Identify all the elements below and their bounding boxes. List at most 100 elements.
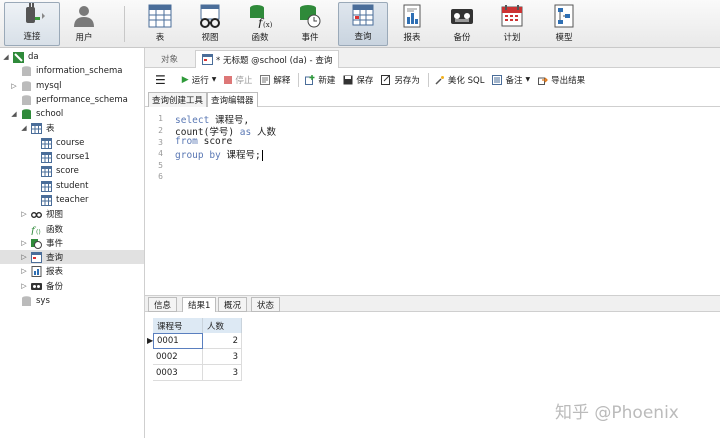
tree-node-label: course1 (56, 152, 90, 162)
expand-arrow-icon[interactable]: ▷ (10, 82, 18, 90)
expand-arrow-icon[interactable]: ▷ (20, 282, 28, 290)
sql-keyword: as (239, 127, 252, 138)
report-button[interactable]: 报表 (394, 2, 430, 46)
tab-label: 查询创建工具 (152, 96, 204, 106)
tree-node-events[interactable]: ▷ 事件 (20, 236, 63, 250)
editor-subtabs: 查询创建工具 查询编辑器 (145, 91, 720, 107)
explain-button[interactable]: 解释 (260, 74, 290, 86)
tree-node-label: 视图 (46, 210, 64, 220)
tree-node-functions[interactable]: f() 函数 (20, 222, 64, 237)
table-cell[interactable]: 3 (203, 365, 242, 381)
tree-node-table[interactable]: student (38, 179, 89, 193)
tab-query[interactable]: * 无标题 @school (da) - 查询 (195, 50, 340, 68)
tree-node-table[interactable]: course (38, 136, 84, 150)
tree-node-queries[interactable]: ▷ 查询 (0, 250, 144, 264)
expand-arrow-icon[interactable]: ◢ (2, 53, 10, 61)
tab-query-editor[interactable]: 查询编辑器 (207, 92, 258, 107)
user-button[interactable]: 用户 (66, 2, 102, 46)
tree-node-table[interactable]: teacher (38, 193, 89, 207)
toolbar-divider (124, 6, 125, 42)
sql-text: 课程号; (220, 150, 261, 161)
tree-node-label: 报表 (46, 267, 64, 277)
function-button[interactable]: f (x) 函数 (242, 2, 278, 46)
tree-node-backups[interactable]: ▷ 备份 (20, 279, 63, 293)
svg-text:(): () (36, 229, 41, 235)
menu-icon[interactable]: ☰ (155, 73, 166, 87)
tab-result1[interactable]: 结果1 (182, 297, 217, 312)
tree-node-label: da (28, 52, 39, 62)
connect-button[interactable]: 连接 (4, 2, 60, 46)
table-cell[interactable]: 0001 (153, 333, 203, 349)
tree-node-database[interactable]: sys (10, 294, 50, 308)
save-button[interactable]: 保存 (343, 74, 373, 86)
view-button[interactable]: 视图 (192, 2, 228, 46)
tree-node-table[interactable]: course1 (38, 150, 90, 164)
tab-overview[interactable]: 概况 (218, 297, 248, 312)
table-icon (41, 137, 52, 149)
chevron-down-icon[interactable]: ▼ (525, 76, 530, 83)
run-button[interactable]: ▶ 运行 ▼ (182, 74, 217, 86)
toolbar-label: 模型 (555, 33, 573, 43)
line-number: 4 (158, 149, 163, 158)
toolbar-divider (427, 72, 429, 87)
tree-node-reports[interactable]: ▷ 报表 (20, 264, 63, 278)
main-panel: 对象 * 无标题 @school (da) - 查询 ☰ ▶ 运行 ▼ 停止 解… (145, 48, 720, 438)
table-cell[interactable]: 0003 (153, 365, 203, 381)
tree-node-database[interactable]: performance_schema (10, 93, 128, 107)
database-icon (21, 94, 32, 106)
stop-button[interactable]: 停止 (224, 74, 252, 86)
tree-node-label: 函数 (46, 225, 64, 235)
tree-node-views[interactable]: ▷ 视图 (20, 207, 63, 221)
tree-node-table[interactable]: score (38, 164, 79, 178)
tree-node-tables[interactable]: ◢ 表 (20, 121, 55, 135)
backup-button[interactable]: 备份 (444, 2, 480, 46)
beautify-sql-button[interactable]: 美化 SQL (435, 74, 485, 86)
tree-node-database[interactable]: information_schema (10, 64, 123, 78)
sql-editor[interactable]: 1 2 3 4 5 6 select 课程号, count(学号) as 人数 … (145, 108, 720, 294)
tree-node-label: mysql (36, 81, 62, 91)
expand-arrow-icon[interactable]: ▷ (20, 239, 28, 247)
tree-node-connection[interactable]: ◢ da (2, 50, 39, 64)
table-cell[interactable]: 3 (203, 349, 242, 365)
comment-button[interactable]: 备注 ▼ (492, 74, 530, 86)
query-button[interactable]: 查询 (338, 2, 388, 46)
tab-info[interactable]: 信息 (148, 297, 178, 312)
tree-node-database[interactable]: ▷ mysql (10, 79, 62, 93)
tree-node-label: sys (36, 296, 50, 306)
tree-node-label: 事件 (46, 239, 64, 249)
model-icon (552, 4, 576, 28)
main-toolbar: 连接 用户 表 视图 f (x) 函数 事件 查询 报表 备份 计划 模型 (0, 0, 720, 48)
schedule-button[interactable]: 计划 (494, 2, 530, 46)
export-label: 导出结果 (551, 75, 586, 86)
expand-arrow-icon[interactable]: ▷ (20, 267, 28, 275)
tree-node-label: 备份 (46, 282, 64, 292)
column-header[interactable]: 人数 (203, 318, 242, 333)
cell-value: 2 (232, 335, 238, 346)
connect-icon (20, 3, 45, 27)
column-header[interactable]: 课程号 (153, 318, 203, 333)
export-results-button[interactable]: 导出结果 (538, 74, 585, 86)
expand-arrow-icon[interactable]: ▷ (20, 210, 28, 218)
sql-text: score (197, 136, 233, 147)
beautify-label: 美化 SQL (447, 75, 485, 86)
play-icon: ▶ (181, 74, 189, 85)
expand-arrow-icon[interactable]: ◢ (10, 110, 18, 118)
expand-arrow-icon[interactable]: ▷ (20, 253, 28, 261)
tab-status[interactable]: 状态 (251, 297, 281, 312)
new-query-icon (305, 74, 315, 85)
report-icon (400, 4, 424, 28)
save-as-button[interactable]: 另存为 (381, 74, 420, 86)
cell-value: 0001 (157, 336, 179, 346)
sql-keyword: from (175, 136, 198, 147)
table-button[interactable]: 表 (142, 2, 178, 46)
event-button[interactable]: 事件 (292, 2, 328, 46)
tree-node-database[interactable]: ◢ school (10, 107, 63, 121)
table-cell[interactable]: 2 (203, 333, 242, 349)
tab-objects[interactable]: 对象 (155, 50, 184, 68)
model-button[interactable]: 模型 (546, 2, 582, 46)
tab-query-builder[interactable]: 查询创建工具 (148, 92, 208, 107)
chevron-down-icon[interactable]: ▼ (212, 76, 217, 83)
table-cell[interactable]: 0002 (153, 349, 203, 365)
new-button[interactable]: 新建 (305, 74, 335, 86)
expand-arrow-icon[interactable]: ◢ (20, 124, 28, 132)
